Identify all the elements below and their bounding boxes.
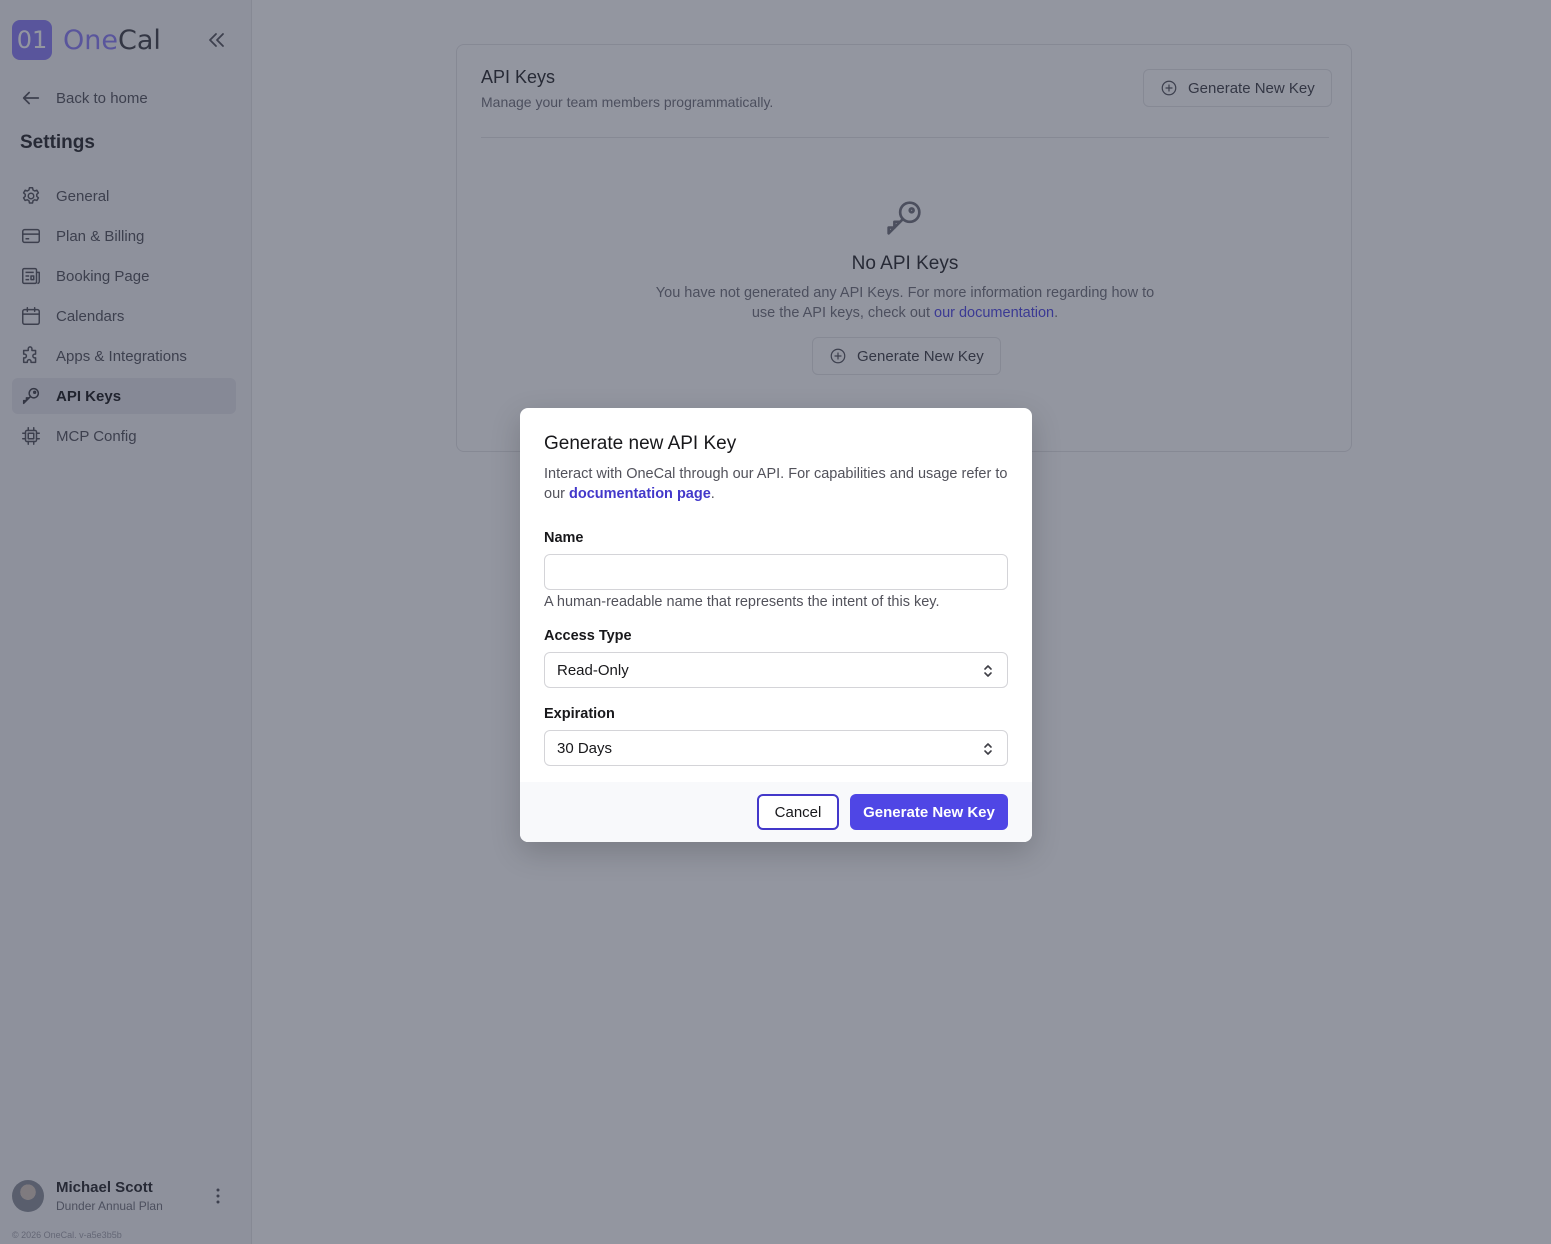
dialog-footer: Cancel Generate New Key: [520, 782, 1032, 842]
generate-new-key-button[interactable]: Generate New Key: [850, 794, 1008, 830]
expiration-select[interactable]: 30 Days: [544, 730, 1008, 766]
dialog-desc-end: .: [710, 486, 715, 502]
dialog-description: Interact with OneCal through our API. Fo…: [544, 464, 1014, 504]
access-type-label: Access Type: [544, 628, 632, 644]
generate-api-key-dialog: Generate new API Key Interact with OneCa…: [520, 408, 1032, 842]
expiration-value: 30 Days: [557, 740, 613, 757]
cancel-button[interactable]: Cancel: [757, 794, 839, 830]
dialog-title: Generate new API Key: [544, 433, 737, 454]
name-label: Name: [544, 530, 584, 546]
access-type-select[interactable]: Read-Only: [544, 652, 1008, 688]
access-type-value: Read-Only: [557, 662, 629, 679]
chevron-up-down-icon: [984, 665, 992, 677]
chevron-up-down-icon: [984, 743, 992, 755]
name-input[interactable]: [544, 554, 1008, 590]
documentation-page-link[interactable]: documentation page: [569, 486, 711, 502]
name-help-text: A human-readable name that represents th…: [544, 594, 940, 610]
expiration-label: Expiration: [544, 706, 615, 722]
